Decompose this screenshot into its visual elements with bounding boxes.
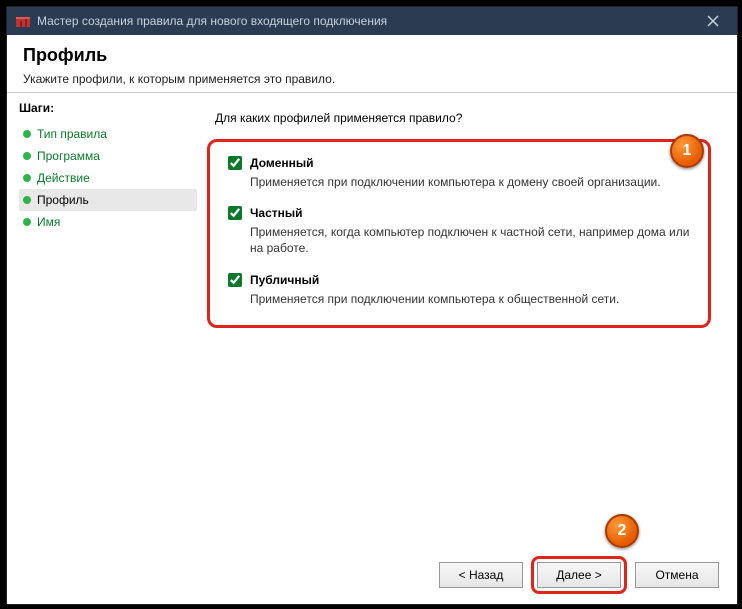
- firewall-icon: [15, 13, 31, 29]
- header: Профиль Укажите профили, к которым приме…: [7, 35, 737, 92]
- profile-name: Частный: [250, 206, 303, 220]
- step-0[interactable]: Тип правила: [19, 123, 197, 145]
- step-4[interactable]: Имя: [19, 211, 197, 233]
- step-label: Имя: [37, 215, 60, 229]
- profile-option-0: Доменный Применяется при подключении комп…: [228, 156, 690, 190]
- footer: 2 < Назад Далее > Отмена: [7, 546, 737, 604]
- profile-name: Доменный: [250, 156, 314, 170]
- close-button[interactable]: [693, 7, 733, 35]
- profile-desc: Применяется при подключении компьютера к…: [250, 174, 690, 190]
- annotation-badge-1: 1: [670, 134, 704, 168]
- page-title: Профиль: [23, 45, 721, 66]
- page-subtitle: Укажите профили, к которым применяется э…: [23, 72, 721, 86]
- titlebar: Мастер создания правила для нового входя…: [7, 7, 737, 35]
- back-button[interactable]: < Назад: [439, 562, 523, 588]
- step-label: Программа: [37, 149, 100, 163]
- wizard-window: Мастер создания правила для нового входя…: [6, 6, 738, 605]
- profile-option-1: Частный Применяется, когда компьютер подк…: [228, 206, 690, 256]
- main-panel: Для каких профилей применяется правило? …: [197, 93, 737, 546]
- step-bullet-icon: [23, 130, 31, 138]
- profile-checkbox-2[interactable]: [228, 273, 242, 287]
- step-3: Профиль: [19, 189, 197, 211]
- step-bullet-icon: [23, 218, 31, 226]
- annotation-badge-2: 2: [605, 514, 639, 548]
- step-1[interactable]: Программа: [19, 145, 197, 167]
- step-label: Тип правила: [37, 127, 107, 141]
- step-bullet-icon: [23, 174, 31, 182]
- steps-heading: Шаги:: [19, 101, 197, 115]
- window-title: Мастер создания правила для нового входя…: [37, 14, 387, 28]
- profile-desc: Применяется, когда компьютер подключен к…: [250, 224, 690, 256]
- next-button-highlight: Далее >: [531, 556, 627, 594]
- profile-checkbox-0[interactable]: [228, 156, 242, 170]
- profile-options-group: 1 ДоменныйПрименяется при подключении ко…: [207, 139, 711, 328]
- next-button[interactable]: Далее >: [537, 562, 621, 588]
- profile-desc: Применяется при подключении компьютера к…: [250, 291, 690, 307]
- step-label: Профиль: [37, 193, 89, 207]
- steps-panel: Шаги: Тип правила Программа Действие Профил…: [7, 93, 197, 546]
- step-2[interactable]: Действие: [19, 167, 197, 189]
- profile-option-2: Публичный Применяется при подключении ком…: [228, 273, 690, 307]
- step-label: Действие: [37, 171, 90, 185]
- step-bullet-icon: [23, 196, 31, 204]
- step-bullet-icon: [23, 152, 31, 160]
- profile-name: Публичный: [250, 273, 319, 287]
- cancel-button[interactable]: Отмена: [635, 562, 719, 588]
- profile-checkbox-1[interactable]: [228, 206, 242, 220]
- profile-prompt: Для каких профилей применяется правило?: [215, 111, 719, 125]
